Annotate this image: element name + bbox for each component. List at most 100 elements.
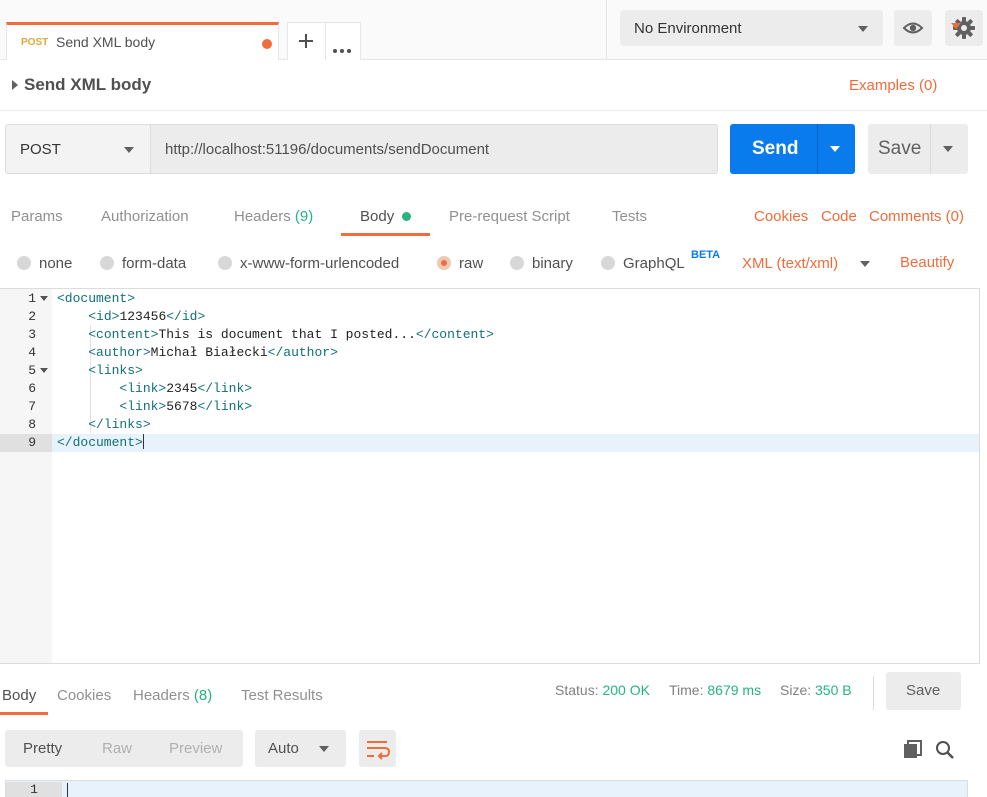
send-button-label: Send	[752, 138, 799, 159]
radio-graphql[interactable]	[601, 256, 615, 270]
radio-graphql-label[interactable]: GraphQL	[623, 255, 685, 272]
tab-body[interactable]: Body	[360, 208, 394, 225]
radio-form-data-label[interactable]: form-data	[122, 255, 186, 272]
line-number: 7	[28, 399, 36, 414]
code-line: 1 <document>	[0, 290, 979, 308]
more-tabs-icon[interactable]	[333, 40, 354, 56]
chevron-down-icon	[124, 147, 134, 153]
view-mode-preview[interactable]: Preview	[169, 740, 222, 757]
environment-quick-look-button[interactable]	[894, 10, 932, 46]
xml-tag: </author>	[267, 345, 338, 360]
line-number: 2	[28, 309, 36, 324]
save-button[interactable]: Save	[868, 124, 968, 174]
xml-text: This is document that I posted...	[158, 327, 416, 342]
time-label: Time:	[669, 682, 704, 698]
fold-arrow-icon[interactable]	[40, 296, 48, 301]
tab-headers[interactable]: Headers (9)	[234, 208, 313, 225]
size-label: Size:	[780, 682, 812, 698]
xml-tag: </links>	[88, 417, 151, 432]
line-number: 1	[28, 291, 36, 306]
response-header: Body Cookies Headers (8) Test Results St…	[0, 665, 987, 717]
radio-urlencoded[interactable]	[218, 256, 232, 270]
save-response-button[interactable]: Save	[886, 672, 961, 710]
radio-urlencoded-label[interactable]: x-www-form-urlencoded	[240, 255, 399, 272]
chevron-down-icon[interactable]	[951, 23, 961, 29]
url-input[interactable]: http://localhost:51196/documents/sendDoc…	[150, 124, 718, 174]
code-line: 3 <content>This is document that I poste…	[0, 326, 979, 344]
environment-select[interactable]: No Environment	[620, 10, 883, 46]
divider	[606, 0, 607, 60]
copy-icon[interactable]	[902, 739, 924, 761]
line-number: 9	[0, 434, 52, 452]
chevron-down-icon[interactable]	[830, 146, 840, 152]
radio-raw[interactable]	[437, 256, 451, 270]
xml-tag: </content>	[415, 327, 494, 342]
expand-triangle-icon[interactable]	[12, 80, 18, 90]
code-link[interactable]: Code	[821, 208, 857, 225]
xml-tag: <links>	[88, 363, 143, 378]
send-button[interactable]: Send	[730, 124, 855, 174]
radio-raw-label[interactable]: raw	[459, 255, 483, 272]
request-tab[interactable]: POST Send XML body	[6, 22, 279, 60]
examples-dropdown[interactable]: Examples (0)	[849, 77, 937, 94]
tab-actions	[287, 22, 361, 60]
time-readout[interactable]: Time: 8679 ms	[669, 682, 761, 698]
code-line: 7 <link>5678</link>	[0, 398, 979, 416]
radio-none[interactable]	[17, 256, 31, 270]
request-name-row: Send XML body Examples (0)	[0, 61, 987, 111]
wrap-lines-icon	[367, 741, 391, 760]
tab-authorization[interactable]: Authorization	[101, 208, 189, 225]
beautify-button[interactable]: Beautify	[900, 254, 954, 271]
radio-none-label[interactable]: none	[39, 255, 72, 272]
chevron-down-icon[interactable]	[943, 146, 953, 152]
request-tab-method: POST	[21, 37, 49, 48]
text-cursor	[142, 434, 144, 449]
request-tab-name: Send XML body	[56, 34, 156, 50]
response-body-viewer[interactable]: 1	[5, 780, 968, 797]
response-headers-label: Headers	[133, 687, 190, 704]
radio-form-data[interactable]	[100, 256, 114, 270]
xml-text: 123456	[119, 309, 167, 324]
code-line: 6 <link>2345</link>	[0, 380, 979, 398]
time-value: 8679 ms	[707, 682, 762, 698]
fold-arrow-icon[interactable]	[40, 368, 48, 373]
wrap-lines-button[interactable]	[359, 730, 396, 767]
body-type-selector: none form-data x-www-form-urlencoded raw…	[0, 240, 987, 288]
comments-link[interactable]: Comments (0)	[869, 208, 964, 225]
view-mode-raw[interactable]: Raw	[102, 740, 132, 757]
xml-tag: <document>	[57, 291, 136, 306]
response-tab-cookies[interactable]: Cookies	[57, 687, 111, 704]
xml-tag: </link>	[197, 381, 253, 396]
format-select[interactable]: Auto	[255, 730, 346, 767]
xml-text: Michał Białecki	[150, 345, 268, 360]
tab-tests[interactable]: Tests	[612, 208, 647, 225]
line-number: 3	[28, 327, 36, 342]
environment-select-label: No Environment	[634, 20, 742, 37]
request-body-editor[interactable]: 1 <document> 2 <id>123456</id> 3 <conten…	[0, 288, 980, 664]
xml-text: 2345	[166, 381, 198, 396]
tab-params[interactable]: Params	[11, 208, 63, 225]
unsaved-dot-icon	[262, 39, 272, 49]
content-type-select[interactable]: XML (text/xml)	[742, 255, 838, 272]
method-select[interactable]: POST	[5, 124, 151, 174]
size-readout[interactable]: Size: 350 B	[780, 682, 852, 698]
response-tab-headers[interactable]: Headers (8)	[133, 687, 212, 704]
request-title[interactable]: Send XML body	[24, 75, 151, 95]
response-tab-test-results[interactable]: Test Results	[241, 687, 323, 704]
tab-headers-label: Headers	[234, 208, 291, 225]
response-tab-body[interactable]: Body	[2, 687, 36, 704]
cookies-link[interactable]: Cookies	[754, 208, 808, 225]
save-response-label: Save	[906, 682, 941, 699]
line-number: 6	[28, 381, 36, 396]
code-line: 5 <links>	[0, 362, 979, 380]
tab-prerequest-script[interactable]: Pre-request Script	[449, 208, 570, 225]
active-tab-underline	[0, 712, 48, 715]
status-readout[interactable]: Status: 200 OK	[555, 682, 650, 698]
view-mode-pretty[interactable]: Pretty	[23, 740, 62, 757]
radio-binary-label[interactable]: binary	[532, 255, 573, 272]
code-line: 4 <author>Michał Białecki</author>	[0, 344, 979, 362]
radio-binary[interactable]	[510, 256, 524, 270]
chevron-down-icon[interactable]	[860, 261, 870, 267]
search-icon[interactable]	[934, 739, 956, 761]
new-tab-plus-icon[interactable]	[288, 23, 325, 60]
